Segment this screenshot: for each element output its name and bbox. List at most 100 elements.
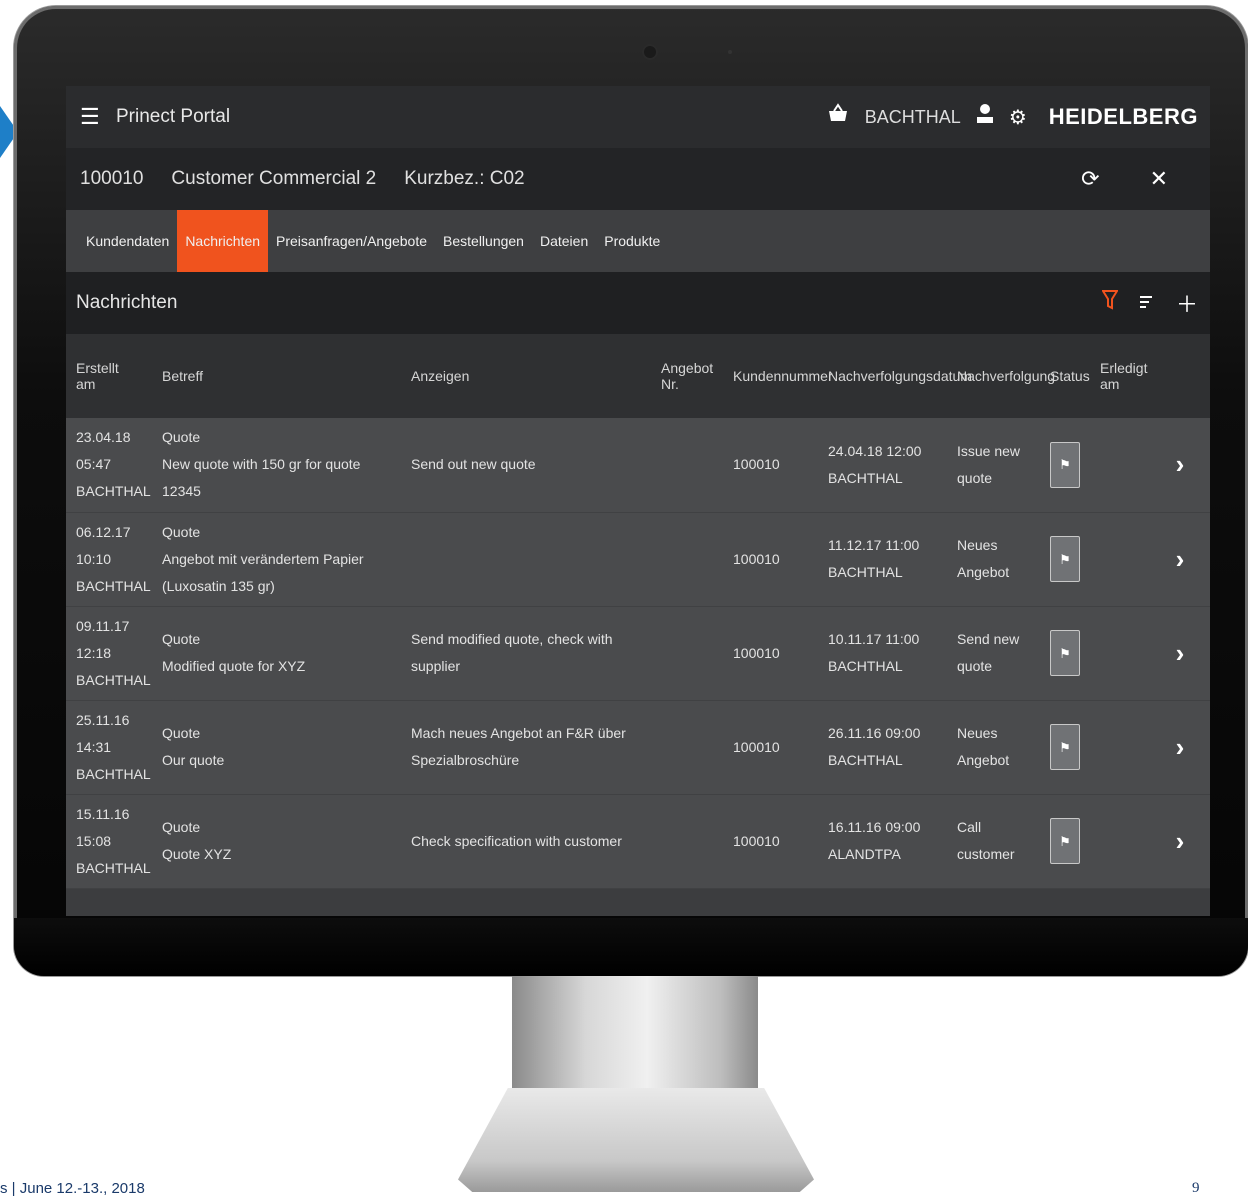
cell-offer-no xyxy=(651,606,723,701)
section-title: Nachrichten xyxy=(76,292,178,313)
chevron-right-icon[interactable]: › xyxy=(1160,733,1200,761)
brand-logo: HEIDELBERG xyxy=(1048,104,1198,129)
cell-followup: Neues Angebot xyxy=(947,700,1040,795)
cell-notes: Mach neues Angebot an F&R über Spezialbr… xyxy=(401,700,651,795)
customer-number: 100010 xyxy=(80,168,144,189)
gear-icon[interactable]: ⚙ xyxy=(1009,105,1027,130)
cell-status: ⚑ xyxy=(1040,700,1090,795)
cell-status: ⚑ xyxy=(1040,794,1090,889)
table-row[interactable]: 09.11.17 12:18 BACHTHAL Quote Modified quot… xyxy=(66,606,1210,701)
app-screen: ☰ Prinect Portal BACHTHAL ⚙ HEIDELBERG 1… xyxy=(66,86,1210,916)
cell-followup: Call customer xyxy=(947,794,1040,889)
cell-subject: Quote Quote XYZ xyxy=(152,794,401,889)
cell-subject: Quote Angebot mit verändertem Papier (Lux… xyxy=(152,512,401,607)
cell-subject: Quote New quote with 150 gr for quote 123… xyxy=(152,418,401,513)
tab-produkte[interactable]: Produkte xyxy=(596,210,668,272)
table-row[interactable]: 06.12.17 10:10 BACHTHAL Quote Angebot mit v… xyxy=(66,512,1210,607)
chevron-right-icon[interactable]: › xyxy=(1160,545,1200,573)
webcam xyxy=(642,44,658,60)
cell-customer-no: 100010 xyxy=(723,418,818,513)
col-subject[interactable]: Betreff xyxy=(152,334,401,418)
cell-status: ⚑ xyxy=(1040,512,1090,607)
hamburger-icon[interactable]: ☰ xyxy=(80,104,102,130)
cell-status: ⚑ xyxy=(1040,418,1090,513)
chevron-right-icon[interactable]: › xyxy=(1160,639,1200,667)
tab-nachrichten[interactable]: Nachrichten xyxy=(177,210,269,272)
table-row[interactable]: 15.11.16 15:08 BACHTHAL Quote Quote XYZ Che… xyxy=(66,794,1210,889)
cell-followup-date: 16.11.16 09:00 ALANDTPA xyxy=(818,794,947,889)
refresh-icon[interactable]: ⟳ xyxy=(1081,166,1099,192)
tab-bestellungen[interactable]: Bestellungen xyxy=(435,210,532,272)
flag-icon[interactable]: ⚑ xyxy=(1050,630,1080,676)
customer-short-name: Kurzbez.: C02 xyxy=(404,168,525,189)
cell-status: ⚑ xyxy=(1040,606,1090,701)
customer-bar: 100010 Customer Commercial 2 Kurzbez.: C… xyxy=(66,148,1210,210)
username[interactable]: BACHTHAL xyxy=(865,107,961,128)
sort-icon[interactable] xyxy=(1139,290,1154,316)
app-title: Prinect Portal xyxy=(116,106,231,127)
cell-done xyxy=(1090,512,1150,607)
cell-created: 23.04.18 05:47 BACHTHAL xyxy=(66,418,152,513)
cell-open: › xyxy=(1150,606,1210,701)
table-header-row: Erstellt am Betreff Anzeigen Angebot Nr. … xyxy=(66,334,1210,418)
flag-icon[interactable]: ⚑ xyxy=(1050,536,1080,582)
tab-kundendaten[interactable]: Kundendaten xyxy=(78,210,177,272)
tab-preisanfragen[interactable]: Preisanfragen/Angebote xyxy=(268,210,435,272)
messages-table: Erstellt am Betreff Anzeigen Angebot Nr. … xyxy=(66,334,1210,889)
cell-notes xyxy=(401,512,651,607)
col-done[interactable]: Erledigt am xyxy=(1090,334,1150,418)
close-icon[interactable]: ✕ xyxy=(1150,166,1168,192)
col-customer-no[interactable]: Kundennummer xyxy=(723,334,833,418)
cell-followup-date: 10.11.17 11:00 BACHTHAL xyxy=(818,606,947,701)
cell-created: 25.11.16 14:31 BACHTHAL xyxy=(66,700,152,795)
cell-created: 06.12.17 10:10 BACHTHAL xyxy=(66,512,152,607)
cell-offer-no xyxy=(651,418,723,513)
cell-done xyxy=(1090,418,1150,513)
footer-event-date: s | June 12.-13., 2018 xyxy=(0,1180,145,1197)
section-header: Nachrichten ＋ xyxy=(66,272,1210,334)
cell-customer-no: 100010 xyxy=(723,700,818,795)
cell-followup-date: 24.04.18 12:00 BACHTHAL xyxy=(818,418,947,513)
flag-icon[interactable]: ⚑ xyxy=(1050,818,1080,864)
cell-done xyxy=(1090,794,1150,889)
cell-subject: Quote Modified quote for XYZ xyxy=(152,606,401,701)
cart-icon[interactable] xyxy=(827,103,849,131)
cell-created: 15.11.16 15:08 BACHTHAL xyxy=(66,794,152,889)
table-row[interactable]: 23.04.18 05:47 BACHTHAL Quote New quote wit… xyxy=(66,418,1210,513)
col-followup[interactable]: Nachverfolgung xyxy=(947,334,1055,418)
chevron-right-icon[interactable]: › xyxy=(1160,827,1200,855)
col-created[interactable]: Erstellt am xyxy=(66,334,152,418)
cell-followup-date: 11.12.17 11:00 BACHTHAL xyxy=(818,512,947,607)
cell-notes: Check specification with customer xyxy=(401,794,651,889)
cell-followup: Send new quote xyxy=(947,606,1040,701)
monitor-stand-neck xyxy=(512,976,758,1092)
cell-customer-no: 100010 xyxy=(723,606,818,701)
customer-name: Customer Commercial 2 xyxy=(171,168,377,189)
cell-offer-no xyxy=(651,512,723,607)
table-row[interactable]: 25.11.16 14:31 BACHTHAL Quote Our quote Mac… xyxy=(66,700,1210,795)
flag-icon[interactable]: ⚑ xyxy=(1050,724,1080,770)
add-icon[interactable]: ＋ xyxy=(1176,287,1198,319)
cell-open: › xyxy=(1150,512,1210,607)
monitor-stand-base xyxy=(458,1088,814,1192)
monitor-chin xyxy=(14,918,1248,976)
cell-done xyxy=(1090,606,1150,701)
cell-open: › xyxy=(1150,700,1210,795)
filter-icon[interactable] xyxy=(1101,290,1119,316)
footer-page-number: 9 xyxy=(1192,1180,1200,1196)
cell-offer-no xyxy=(651,794,723,889)
cell-notes: Send modified quote, check with supplier xyxy=(401,606,651,701)
user-icon[interactable] xyxy=(975,103,995,131)
cell-open: › xyxy=(1150,418,1210,513)
tab-dateien[interactable]: Dateien xyxy=(532,210,596,272)
chevron-right-icon[interactable]: › xyxy=(1160,451,1200,478)
flag-icon[interactable]: ⚑ xyxy=(1050,441,1080,488)
light-sensor xyxy=(728,50,732,54)
cell-customer-no: 100010 xyxy=(723,512,818,607)
cell-followup: Issue new quote xyxy=(947,418,1040,513)
col-followup-date[interactable]: Nachverfolgungsdatum xyxy=(818,334,972,418)
col-offer-no[interactable]: Angebot Nr. xyxy=(651,334,723,418)
col-notes[interactable]: Anzeigen xyxy=(401,334,651,418)
tab-bar: Kundendaten Nachrichten Preisanfragen/An… xyxy=(66,210,1210,272)
cell-subject: Quote Our quote xyxy=(152,700,401,795)
